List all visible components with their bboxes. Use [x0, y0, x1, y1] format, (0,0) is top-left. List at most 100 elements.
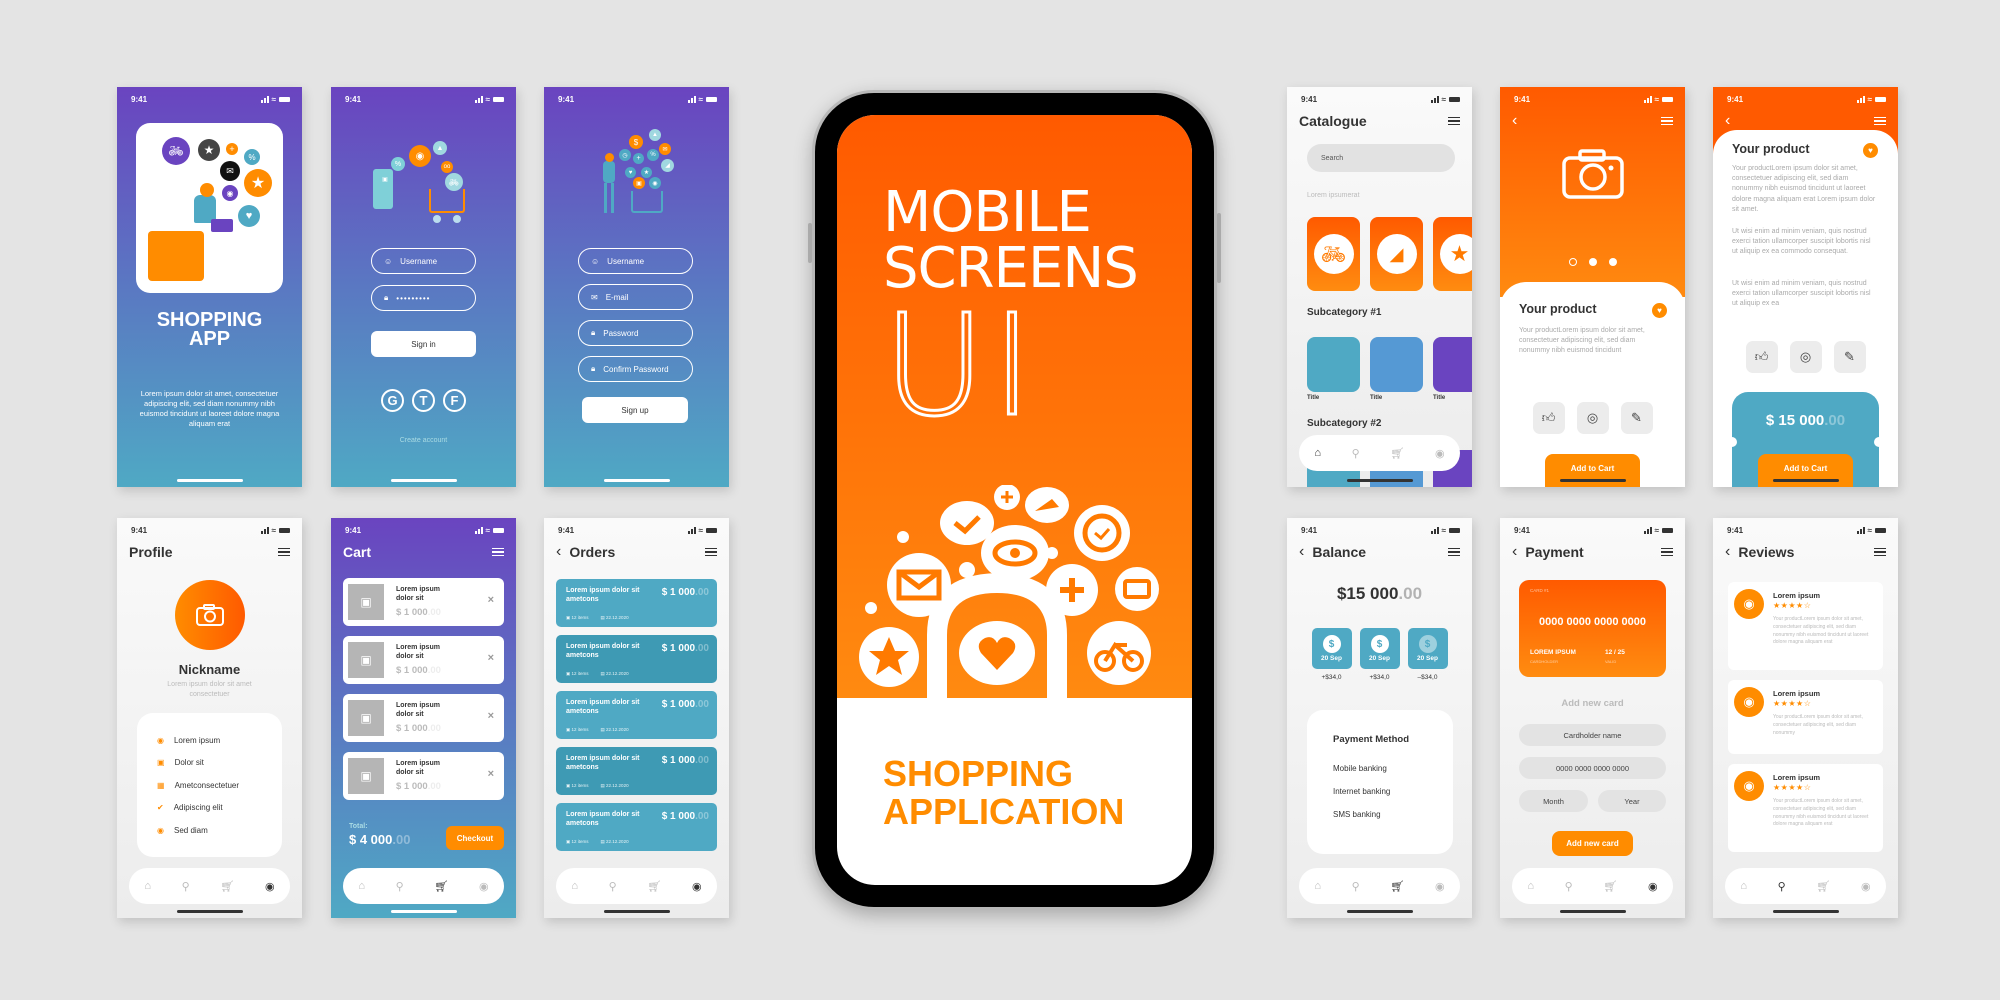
home-icon[interactable]: ⌂	[1314, 447, 1321, 459]
order-card[interactable]: Lorem ipsum dolor sit ametcons $ 1 000.00…	[556, 803, 717, 851]
subcategory-item[interactable]: Title	[1433, 337, 1472, 401]
menu-icon[interactable]	[1661, 547, 1673, 557]
thumbs-up-icon[interactable]: 👍︎	[1532, 402, 1565, 434]
checkout-button[interactable]: Checkout	[446, 826, 504, 850]
remove-item-icon[interactable]: ×	[488, 594, 494, 606]
profile-icon[interactable]: ◉	[265, 880, 275, 893]
menu-icon[interactable]	[492, 547, 504, 557]
award-icon[interactable]: ◎	[1789, 341, 1822, 373]
subcategory-item[interactable]: Title	[1307, 337, 1360, 401]
profile-menu-item[interactable]: ◉ Lorem ipsum	[157, 729, 282, 752]
signup-password-input[interactable]: 🔒︎ Password	[578, 320, 693, 346]
back-icon[interactable]: ‹	[556, 544, 561, 560]
carousel-dot[interactable]	[1608, 258, 1617, 266]
search-icon[interactable]: ⚲	[396, 880, 404, 893]
add-to-cart-button[interactable]: Add to Cart	[1545, 454, 1640, 487]
twitter-login-button[interactable]: T	[412, 389, 435, 412]
remove-item-icon[interactable]: ×	[488, 652, 494, 664]
google-login-button[interactable]: G	[381, 389, 404, 412]
payment-method-option[interactable]: Internet banking	[1333, 787, 1453, 810]
add-new-card-button[interactable]: Add new card	[1552, 831, 1633, 856]
brush-icon[interactable]: ✎	[1620, 402, 1653, 434]
home-icon[interactable]: ⌂	[1740, 880, 1747, 892]
carousel-dot[interactable]	[1568, 258, 1577, 266]
cardholder-name-input[interactable]: Cardholder name	[1519, 724, 1666, 746]
order-card[interactable]: Lorem ipsum dolor sit ametcons $ 1 000.00…	[556, 635, 717, 683]
profile-icon[interactable]: ◉	[1435, 447, 1445, 460]
create-account-link[interactable]: Create account	[331, 437, 516, 444]
avatar[interactable]	[175, 580, 245, 650]
back-icon[interactable]: ‹	[1725, 544, 1730, 560]
add-to-cart-button[interactable]: Add to Cart	[1758, 454, 1853, 487]
cart-icon[interactable]: 🛒︎	[647, 880, 661, 893]
search-icon[interactable]: ⚲	[609, 880, 617, 893]
cart-item[interactable]: ▣ Lorem ipsum dolor sit $ 1 000.00 ×	[343, 752, 504, 800]
cart-icon[interactable]: 🛒︎	[1603, 880, 1617, 893]
transaction[interactable]: $20 Sep –$34,0	[1407, 628, 1448, 681]
menu-icon[interactable]	[1448, 116, 1460, 126]
search-icon[interactable]: ⚲	[182, 880, 190, 893]
menu-icon[interactable]	[1874, 116, 1886, 126]
home-icon[interactable]: ⌂	[1527, 880, 1534, 892]
search-icon[interactable]: ⚲	[1778, 880, 1786, 893]
cart-icon[interactable]: 🛒︎	[434, 880, 448, 893]
category-card[interactable]: ◢	[1370, 217, 1423, 291]
home-icon[interactable]: ⌂	[358, 880, 365, 892]
order-card[interactable]: Lorem ipsum dolor sit ametcons $ 1 000.00…	[556, 579, 717, 627]
profile-icon[interactable]: ◉	[1435, 880, 1445, 893]
cart-item[interactable]: ▣ Lorem ipsum dolor sit $ 1 000.00 ×	[343, 636, 504, 684]
back-icon[interactable]: ‹	[1299, 544, 1304, 560]
profile-menu-item[interactable]: ✔ Adipiscing elit	[157, 797, 282, 820]
password-input[interactable]: 🔒︎ •••••••••	[371, 285, 476, 311]
month-input[interactable]: Month	[1519, 790, 1588, 812]
profile-menu-item[interactable]: ◉ Sed diam	[157, 819, 282, 842]
category-card[interactable]: ★	[1433, 217, 1472, 291]
payment-method-option[interactable]: SMS banking	[1333, 810, 1453, 833]
menu-icon[interactable]	[1448, 547, 1460, 557]
search-input[interactable]: Search	[1307, 144, 1455, 172]
cart-icon[interactable]: 🛒︎	[1816, 880, 1830, 893]
back-icon[interactable]: ‹	[1725, 113, 1730, 129]
signup-username-input[interactable]: ☺ Username	[578, 248, 693, 274]
menu-icon[interactable]	[278, 547, 290, 557]
home-icon[interactable]: ⌂	[571, 880, 578, 892]
category-card[interactable]: 🚲︎	[1307, 217, 1360, 291]
profile-icon[interactable]: ◉	[479, 880, 489, 893]
search-icon[interactable]: ⚲	[1352, 880, 1360, 893]
order-card[interactable]: Lorem ipsum dolor sit ametcons $ 1 000.00…	[556, 691, 717, 739]
signup-email-input[interactable]: ✉ E-mail	[578, 284, 693, 310]
payment-method-option[interactable]: Mobile banking	[1333, 764, 1453, 787]
credit-card[interactable]: CARD #1 0000 0000 0000 0000 LOREM IPSUM …	[1519, 580, 1666, 677]
signup-button[interactable]: Sign up	[582, 397, 688, 423]
year-input[interactable]: Year	[1598, 790, 1666, 812]
back-icon[interactable]: ‹	[1512, 113, 1517, 129]
award-icon[interactable]: ◎	[1576, 402, 1609, 434]
order-card[interactable]: Lorem ipsum dolor sit ametcons $ 1 000.00…	[556, 747, 717, 795]
profile-menu-item[interactable]: ▦ Ametconsectetuer	[157, 774, 282, 797]
signin-button[interactable]: Sign in	[371, 331, 476, 357]
cart-item[interactable]: ▣ Lorem ipsum dolor sit $ 1 000.00 ×	[343, 694, 504, 742]
remove-item-icon[interactable]: ×	[488, 768, 494, 780]
menu-icon[interactable]	[705, 547, 717, 557]
menu-icon[interactable]	[1661, 116, 1673, 126]
cart-icon[interactable]: 🛒︎	[220, 880, 234, 893]
search-icon[interactable]: ⚲	[1352, 447, 1360, 460]
home-icon[interactable]: ⌂	[144, 880, 151, 892]
thumbs-up-icon[interactable]: 👍︎	[1745, 341, 1778, 373]
brush-icon[interactable]: ✎	[1833, 341, 1866, 373]
cart-item[interactable]: ▣ Lorem ipsum dolor sit $ 1 000.00 ×	[343, 578, 504, 626]
profile-menu-item[interactable]: ▣ Dolor sit	[157, 752, 282, 775]
remove-item-icon[interactable]: ×	[488, 710, 494, 722]
profile-icon[interactable]: ◉	[1648, 880, 1658, 893]
favorite-heart-icon[interactable]: ♥	[1863, 143, 1878, 158]
cart-icon[interactable]: 🛒︎	[1390, 447, 1404, 460]
transaction[interactable]: $20 Sep +$34,0	[1311, 628, 1352, 681]
transaction[interactable]: $20 Sep +$34,0	[1359, 628, 1400, 681]
username-input[interactable]: ☺ Username	[371, 248, 476, 274]
profile-icon[interactable]: ◉	[1861, 880, 1871, 893]
back-icon[interactable]: ‹	[1512, 544, 1517, 560]
card-number-input[interactable]: 0000 0000 0000 0000	[1519, 757, 1666, 779]
facebook-login-button[interactable]: F	[443, 389, 466, 412]
signup-confirm-password-input[interactable]: 🔒︎ Confirm Password	[578, 356, 693, 382]
favorite-heart-icon[interactable]: ♥	[1652, 303, 1667, 318]
